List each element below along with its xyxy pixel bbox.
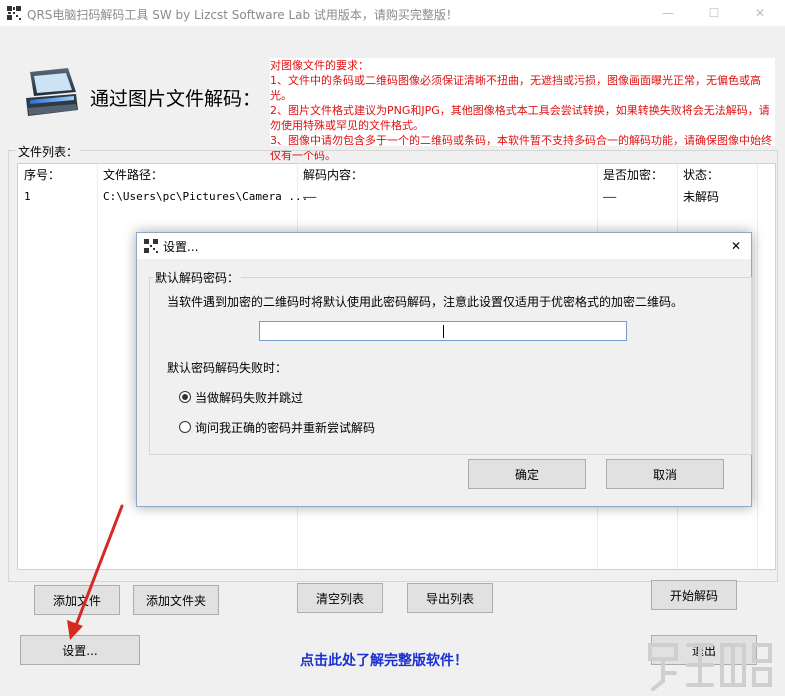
- settings-dialog: 设置... ✕ 默认解码密码： 当软件遇到加密的二维码时将默认使用此密码解码，注…: [136, 232, 752, 507]
- minimize-icon: —: [662, 6, 674, 20]
- row-path[interactable]: C:\Users\pc\Pictures\Camera ...: [103, 188, 308, 206]
- dialog-title-bar: 设置... ✕: [137, 233, 751, 259]
- radio-ask-label: 询问我正确的密码并重新尝试解码: [195, 420, 376, 435]
- page-title: 通过图片文件解码：: [90, 88, 262, 110]
- cancel-button[interactable]: 取消: [606, 459, 724, 489]
- dialog-title: 设置...: [163, 240, 199, 254]
- text-caret: [443, 325, 444, 338]
- close-button[interactable]: ✕: [737, 0, 783, 26]
- full-version-link[interactable]: 点击此处了解完整版软件！: [300, 650, 468, 670]
- column-header-status[interactable]: 状态：: [683, 164, 719, 186]
- watermark-logo: [648, 643, 772, 691]
- column-header-content[interactable]: 解码内容：: [303, 164, 363, 186]
- app-qr-icon: [6, 5, 22, 21]
- maximize-icon: ☐: [708, 6, 720, 20]
- requirements-panel: 对图像文件的要求： 1、文件中的条码或二维码图像必须保证清晰不扭曲，无遮挡或污损…: [270, 58, 775, 162]
- minimize-button[interactable]: —: [645, 0, 691, 26]
- fail-action-label: 默认密码解码失败时：: [167, 361, 288, 375]
- maximize-button[interactable]: ☐: [691, 0, 737, 26]
- clear-list-button[interactable]: 清空列表: [297, 583, 383, 613]
- ok-button[interactable]: 确定: [468, 459, 586, 489]
- row-index[interactable]: 1: [24, 188, 31, 206]
- add-folder-button[interactable]: 添加文件夹: [133, 585, 219, 615]
- row-status[interactable]: 未解码: [683, 188, 719, 206]
- radio-skip-option[interactable]: 当做解码失败并跳过: [179, 388, 303, 406]
- title-bar: QRS电脑扫码解码工具 SW by Lizcst Software Lab 试用…: [0, 0, 785, 26]
- requirements-text: 对图像文件的要求： 1、文件中的条码或二维码图像必须保证清晰不扭曲，无遮挡或污损…: [270, 59, 772, 162]
- settings-button[interactable]: 设置...: [20, 635, 140, 665]
- row-encrypted[interactable]: ——: [603, 188, 616, 206]
- password-description: 当软件遇到加密的二维码时将默认使用此密码解码，注意此设置仅适用于优密格式的加密二…: [167, 295, 684, 309]
- radio-unselected-icon: [179, 421, 191, 433]
- window-title: QRS电脑扫码解码工具 SW by Lizcst Software Lab 试用…: [27, 8, 458, 22]
- row-content[interactable]: ——: [303, 188, 316, 206]
- file-list-label: 文件列表：: [16, 143, 81, 160]
- start-decode-button[interactable]: 开始解码: [651, 580, 737, 610]
- add-file-button[interactable]: 添加文件: [34, 585, 120, 615]
- column-divider: [757, 164, 758, 569]
- column-header-index[interactable]: 序号：: [24, 164, 60, 186]
- column-header-encrypted[interactable]: 是否加密：: [603, 164, 663, 186]
- password-group-label: 默认解码密码：: [153, 269, 242, 286]
- radio-skip-label: 当做解码失败并跳过: [195, 390, 304, 405]
- radio-ask-option[interactable]: 询问我正确的密码并重新尝试解码: [179, 418, 375, 436]
- dialog-close-button[interactable]: ✕: [721, 233, 751, 259]
- column-divider: [97, 164, 98, 569]
- scanner-icon: [26, 68, 78, 116]
- close-icon: ✕: [730, 239, 742, 253]
- radio-selected-icon: [179, 391, 191, 403]
- export-list-button[interactable]: 导出列表: [407, 583, 493, 613]
- column-header-path[interactable]: 文件路径：: [103, 164, 163, 186]
- close-icon: ✕: [754, 6, 766, 20]
- dialog-qr-icon: [144, 239, 158, 253]
